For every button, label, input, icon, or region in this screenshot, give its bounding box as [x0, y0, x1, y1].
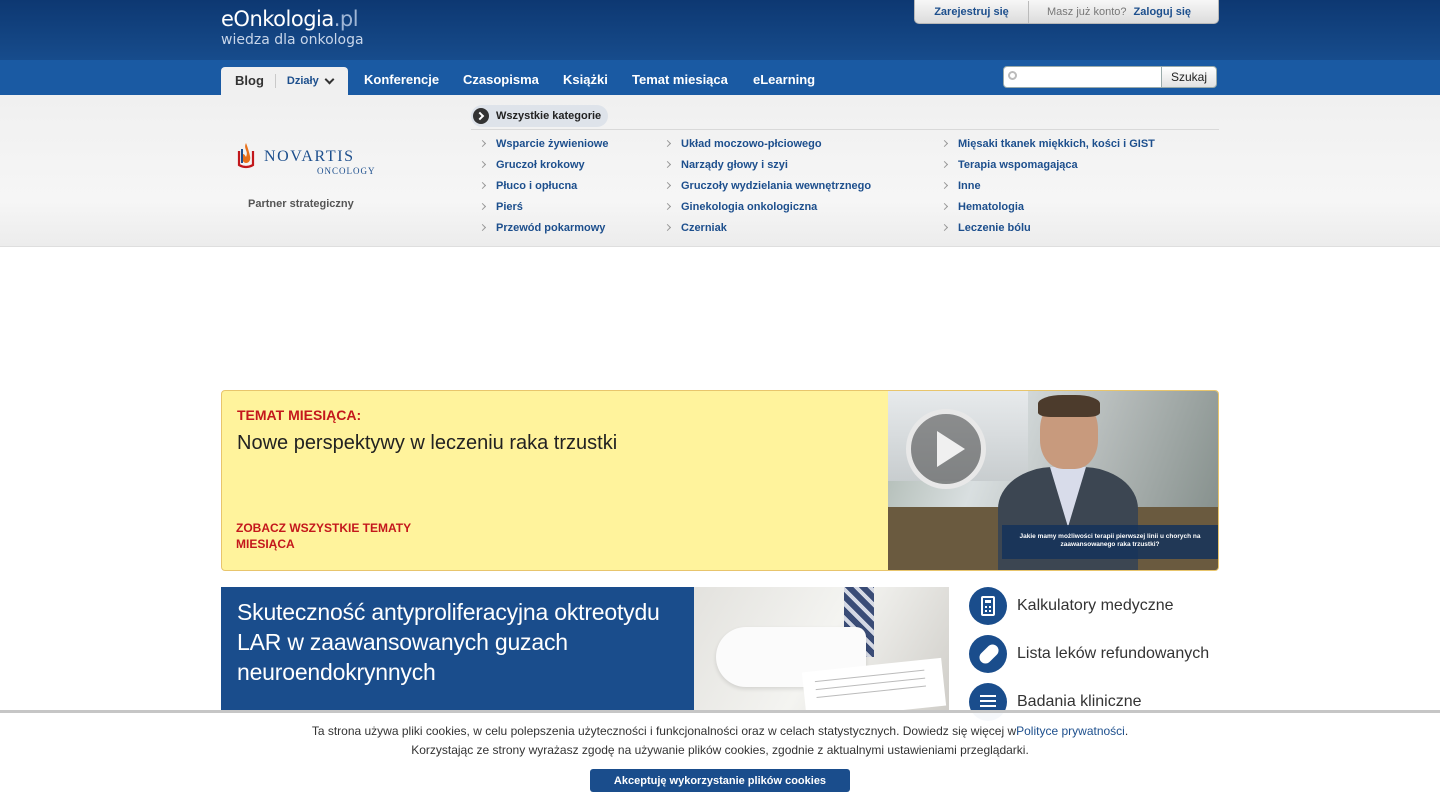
- category-link[interactable]: Płuco i opłucna: [478, 180, 577, 192]
- chevron-right-icon: [478, 139, 487, 148]
- see-all-topics-link[interactable]: ZOBACZ WSZYSTKIE TEMATY MIESIĄCA: [236, 520, 436, 552]
- nav-tab-blog: Blog Działy: [221, 67, 348, 95]
- novartis-logo: NOVARTIS ONCOLOGY: [235, 141, 376, 176]
- category-link[interactable]: Mięsaki tkanek miękkich, kości i GIST: [940, 138, 1155, 150]
- nav-item-elearning[interactable]: eLearning: [753, 72, 815, 87]
- chevron-right-icon: [940, 223, 949, 232]
- featured-article[interactable]: Skuteczność antyproliferacyjna oktreotyd…: [221, 587, 949, 713]
- all-categories-label: Wszystkie kategorie: [496, 110, 602, 122]
- category-link[interactable]: Wsparcie żywieniowe: [478, 138, 608, 150]
- chevron-right-icon: [940, 202, 949, 211]
- main-nav: Blog Działy Konferencje Czasopisma Książ…: [0, 60, 1440, 95]
- site-header: eOnkologia.pl wiedza dla onkologa Zareje…: [0, 0, 1440, 60]
- chevron-right-icon: [663, 160, 672, 169]
- category-link[interactable]: Gruczoł krokowy: [478, 159, 585, 171]
- nav-sections-dropdown[interactable]: Działy: [276, 74, 335, 87]
- topic-of-month-banner: TEMAT MIESIĄCA: Nowe perspektywy w lecze…: [221, 390, 1219, 571]
- category-link[interactable]: Pierś: [478, 201, 523, 213]
- logo-tagline: wiedza dla onkologa: [221, 32, 364, 48]
- novartis-division: ONCOLOGY: [317, 166, 376, 176]
- cookie-notice-line1: Ta strona używa pliki cookies, w celu po…: [311, 724, 1129, 738]
- category-link[interactable]: Hematologia: [940, 201, 1024, 213]
- chevron-right-icon: [478, 160, 487, 169]
- chevron-right-icon: [478, 202, 487, 211]
- categories-dropdown-panel: NOVARTIS ONCOLOGY Partner strategiczny W…: [0, 95, 1440, 247]
- category-link[interactable]: Inne: [940, 180, 981, 192]
- novartis-wordmark: NOVARTIS: [264, 148, 355, 165]
- quick-link-calculators[interactable]: Kalkulatory medyczne: [969, 587, 1174, 625]
- video-caption: Jakie mamy możliwości terapii pierwszej …: [1002, 525, 1218, 559]
- login-link[interactable]: Zaloguj się: [1134, 6, 1191, 18]
- quick-link-label: Kalkulatory medyczne: [1017, 597, 1174, 614]
- topic-video-thumbnail[interactable]: Jakie mamy możliwości terapii pierwszej …: [888, 391, 1218, 570]
- topic-title[interactable]: Nowe perspektywy w leczeniu raka trzustk…: [237, 432, 617, 455]
- category-link[interactable]: Czerniak: [663, 222, 727, 234]
- arrow-right-circle-icon: [473, 108, 489, 124]
- search-input[interactable]: [1003, 66, 1162, 88]
- featured-article-image: [694, 587, 949, 713]
- chevron-right-icon: [940, 139, 949, 148]
- chevron-right-icon: [663, 223, 672, 232]
- nav-sections-label: Działy: [286, 75, 319, 87]
- quick-link-label: Badania kliniczne: [1017, 693, 1142, 710]
- search-form: Szukaj: [1003, 66, 1217, 88]
- nav-blog-link[interactable]: Blog: [221, 74, 276, 88]
- all-categories-button[interactable]: Wszystkie kategorie: [471, 105, 608, 127]
- register-link[interactable]: Zarejestruj się: [915, 0, 1029, 23]
- category-link[interactable]: Narządy głowy i szyi: [663, 159, 788, 171]
- nav-item-ksiazki[interactable]: Książki: [563, 72, 608, 87]
- chevron-right-icon: [478, 181, 487, 190]
- chevron-right-icon: [663, 181, 672, 190]
- nav-item-konferencje[interactable]: Konferencje: [364, 72, 439, 87]
- accept-cookies-button[interactable]: Akceptuję wykorzystanie plików cookies: [590, 769, 850, 792]
- category-link[interactable]: Układ moczowo-płciowego: [663, 138, 822, 150]
- cookie-notice-line2: Korzystając ze strony wyrażasz zgodę na …: [411, 743, 1029, 757]
- nav-item-temat-miesiaca[interactable]: Temat miesiąca: [632, 72, 728, 87]
- privacy-policy-link[interactable]: Polityce prywatności: [1016, 724, 1125, 738]
- chevron-right-icon: [663, 202, 672, 211]
- calculator-icon: [969, 587, 1007, 625]
- featured-article-title[interactable]: Skuteczność antyproliferacyjna oktreotyd…: [237, 597, 687, 687]
- quick-link-refunded-drugs[interactable]: Lista leków refundowanych: [969, 635, 1209, 673]
- account-box: Zarejestruj się Masz już konto? Zaloguj …: [914, 0, 1219, 24]
- flame-icon: [237, 143, 255, 169]
- logo-tld: .pl: [333, 7, 359, 31]
- play-icon[interactable]: [906, 409, 986, 489]
- chevron-right-icon: [940, 181, 949, 190]
- cookie-consent-bar: Ta strona używa pliki cookies, w celu po…: [0, 710, 1440, 800]
- pill-icon: [969, 635, 1007, 673]
- nav-item-czasopisma[interactable]: Czasopisma: [463, 72, 539, 87]
- search-icon: [1008, 71, 1017, 80]
- quick-link-label: Lista leków refundowanych: [1017, 645, 1210, 662]
- logo-main-text: eOnkologia: [221, 7, 334, 31]
- topic-label: TEMAT MIESIĄCA:: [237, 407, 362, 423]
- chevron-down-icon: [324, 74, 335, 84]
- chevron-right-icon: [478, 223, 487, 232]
- chevron-right-icon: [663, 139, 672, 148]
- have-account-label: Masz już konto?: [1047, 5, 1127, 18]
- category-link[interactable]: Przewód pokarmowy: [478, 222, 605, 234]
- site-logo[interactable]: eOnkologia.pl wiedza dla onkologa: [221, 6, 364, 48]
- search-button[interactable]: Szukaj: [1161, 66, 1217, 88]
- category-link[interactable]: Ginekologia onkologiczna: [663, 201, 817, 213]
- chevron-right-icon: [940, 160, 949, 169]
- partner-caption: Partner strategiczny: [248, 198, 354, 210]
- divider: [471, 129, 1219, 130]
- category-link[interactable]: Gruczoły wydzielania wewnętrznego: [663, 180, 871, 192]
- category-link[interactable]: Terapia wspomagająca: [940, 159, 1078, 171]
- category-link[interactable]: Leczenie bólu: [940, 222, 1031, 234]
